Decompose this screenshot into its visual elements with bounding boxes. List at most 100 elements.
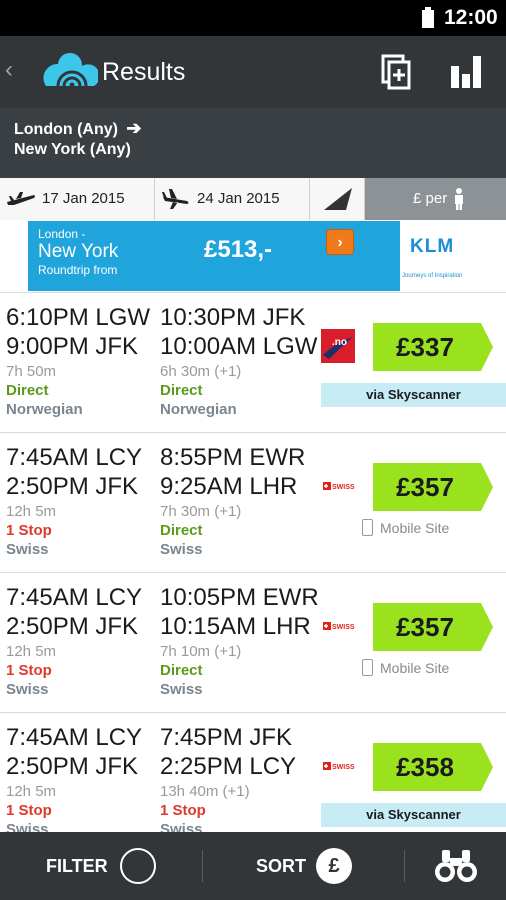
stops: Direct bbox=[6, 382, 49, 399]
booking-source: Mobile Site bbox=[362, 659, 449, 676]
arrival-time: 2:50PM JFK bbox=[6, 753, 139, 780]
cabin-wing-icon bbox=[324, 188, 352, 210]
price-button[interactable]: £337 bbox=[373, 323, 493, 371]
return-leg: 10:30PM JFK 10:00AM LGW 6h 30m (+1) Dire… bbox=[160, 303, 317, 418]
return-leg: 8:55PM EWR 9:25AM LHR 7h 30m (+1) Direct… bbox=[160, 443, 305, 558]
svg-text:.no: .no bbox=[332, 337, 347, 348]
duration: 7h 30m (+1) bbox=[160, 503, 242, 520]
ad-line-2: New York bbox=[38, 241, 119, 262]
stops: Direct bbox=[160, 662, 203, 679]
klm-tagline: Journeys of Inspiration bbox=[402, 273, 463, 279]
airline: Norwegian bbox=[6, 401, 83, 418]
mobile-phone-icon bbox=[362, 519, 373, 536]
sort-button[interactable]: SORT bbox=[256, 856, 306, 877]
arrival-time: 10:15AM LHR bbox=[160, 613, 311, 640]
airline: Norwegian bbox=[160, 401, 237, 418]
chevron-left-icon[interactable]: ‹ bbox=[5, 56, 13, 84]
swiss-logo-icon: SWISS bbox=[323, 622, 355, 631]
outbound-leg: 7:45AM LCY 2:50PM JFK 12h 5m 1 Stop Swis… bbox=[6, 723, 142, 832]
results-list[interactable]: 6:10PM LGW 9:00PM JFK 7h 50m Direct Norw… bbox=[0, 292, 506, 832]
swiss-logo-icon: SWISS bbox=[323, 482, 355, 491]
inbound-date: 24 Jan 2015 bbox=[197, 190, 280, 207]
airline: Swiss bbox=[6, 821, 49, 832]
price-button[interactable]: £357 bbox=[373, 463, 493, 511]
arrival-time: 2:50PM JFK bbox=[6, 473, 139, 500]
ad-go-button[interactable]: › bbox=[326, 229, 354, 255]
airline: Swiss bbox=[160, 681, 203, 698]
result-row[interactable]: 7:45AM LCY 2:50PM JFK 12h 5m 1 Stop Swis… bbox=[0, 712, 506, 832]
action-bar: ‹ Results bbox=[0, 36, 506, 108]
divider bbox=[404, 850, 405, 882]
price-per-passenger-toggle[interactable]: £ per bbox=[365, 178, 506, 220]
clock: 12:00 bbox=[444, 6, 498, 29]
filter-button[interactable]: FILTER bbox=[46, 856, 108, 877]
stops: 1 Stop bbox=[6, 522, 52, 539]
mobile-phone-icon bbox=[362, 659, 373, 676]
source-label: Mobile Site bbox=[380, 660, 450, 676]
date-bar: 17 Jan 2015 24 Jan 2015 £ per bbox=[0, 178, 506, 220]
departure-time: 6:10PM LGW bbox=[6, 304, 151, 331]
bar-chart-icon[interactable] bbox=[448, 52, 488, 92]
outbound-date: 17 Jan 2015 bbox=[42, 190, 125, 207]
booking-source: via Skyscanner bbox=[321, 803, 506, 827]
stops: 1 Stop bbox=[6, 802, 52, 819]
norwegian-logo-icon: .no bbox=[321, 329, 355, 363]
duration: 13h 40m (+1) bbox=[160, 783, 250, 800]
price-label: £337 bbox=[396, 332, 454, 362]
result-row[interactable]: 7:45AM LCY 2:50PM JFK 12h 5m 1 Stop Swis… bbox=[0, 432, 506, 572]
add-to-list-icon[interactable] bbox=[378, 52, 418, 92]
price-label: £358 bbox=[396, 752, 454, 782]
outbound-date-button[interactable]: 17 Jan 2015 bbox=[0, 178, 155, 220]
arrival-plane-icon bbox=[162, 189, 189, 209]
arrival-time: 10:00AM LGW bbox=[160, 333, 318, 360]
departure-time: 8:55PM EWR bbox=[160, 444, 306, 471]
outbound-leg: 7:45AM LCY 2:50PM JFK 12h 5m 1 Stop Swis… bbox=[6, 443, 142, 558]
filter-circle-icon[interactable] bbox=[120, 848, 156, 884]
duration: 12h 5m bbox=[6, 643, 57, 660]
sort-currency-icon[interactable]: £ bbox=[316, 848, 352, 884]
duration: 7h 10m (+1) bbox=[160, 643, 242, 660]
route-destination: New York (Any) bbox=[14, 141, 131, 158]
booking-source: Mobile Site bbox=[362, 519, 449, 536]
route-origin: London (Any) ➔ bbox=[14, 118, 142, 138]
route-summary[interactable]: London (Any) ➔ New York (Any) bbox=[0, 108, 506, 178]
airline: Swiss bbox=[160, 541, 203, 558]
binoculars-icon[interactable] bbox=[434, 848, 478, 884]
price-button[interactable]: £357 bbox=[373, 603, 493, 651]
person-icon bbox=[455, 188, 463, 210]
departure-time: 7:45PM JFK bbox=[160, 724, 293, 751]
duration: 7h 50m bbox=[6, 363, 57, 380]
arrow-right-icon: ➔ bbox=[126, 118, 142, 138]
stops: 1 Stop bbox=[160, 802, 206, 819]
result-row[interactable]: 6:10PM LGW 9:00PM JFK 7h 50m Direct Norw… bbox=[0, 292, 506, 432]
page-title: Results bbox=[102, 58, 186, 86]
departure-time: 10:30PM JFK bbox=[160, 304, 306, 331]
airline: Swiss bbox=[6, 681, 49, 698]
outbound-leg: 7:45AM LCY 2:50PM JFK 12h 5m 1 Stop Swis… bbox=[6, 583, 142, 698]
klm-brand: KLM bbox=[410, 236, 455, 257]
klm-logo: KLM Journeys of Inspiration bbox=[400, 221, 478, 291]
inbound-date-button[interactable]: 24 Jan 2015 bbox=[155, 178, 310, 220]
bottom-bar: FILTER SORT £ bbox=[0, 832, 506, 900]
price-button[interactable]: £358 bbox=[373, 743, 493, 791]
return-leg: 10:05PM EWR 10:15AM LHR 7h 10m (+1) Dire… bbox=[160, 583, 319, 698]
arrival-time: 2:50PM JFK bbox=[6, 613, 139, 640]
cabin-class-button[interactable] bbox=[310, 178, 365, 220]
ad-line-3: Roundtrip from bbox=[38, 263, 118, 277]
departure-plane-icon bbox=[7, 192, 35, 205]
result-row[interactable]: 7:45AM LCY 2:50PM JFK 12h 5m 1 Stop Swis… bbox=[0, 572, 506, 712]
return-leg: 7:45PM JFK 2:25PM LCY 13h 40m (+1) 1 Sto… bbox=[160, 723, 296, 832]
booking-source: via Skyscanner bbox=[321, 383, 506, 407]
divider bbox=[202, 850, 203, 882]
departure-time: 7:45AM LCY bbox=[6, 724, 143, 751]
stops: Direct bbox=[160, 522, 203, 539]
stops: Direct bbox=[160, 382, 203, 399]
stops: 1 Stop bbox=[6, 662, 52, 679]
arrival-time: 9:00PM JFK bbox=[6, 333, 139, 360]
skyscanner-logo-icon[interactable] bbox=[38, 52, 100, 93]
ad-banner[interactable]: London - New York Roundtrip from £513,- … bbox=[28, 221, 478, 291]
swiss-logo-icon: SWISS bbox=[323, 762, 355, 771]
duration: 12h 5m bbox=[6, 783, 57, 800]
status-bar: 12:00 bbox=[0, 0, 506, 36]
duration: 12h 5m bbox=[6, 503, 57, 520]
